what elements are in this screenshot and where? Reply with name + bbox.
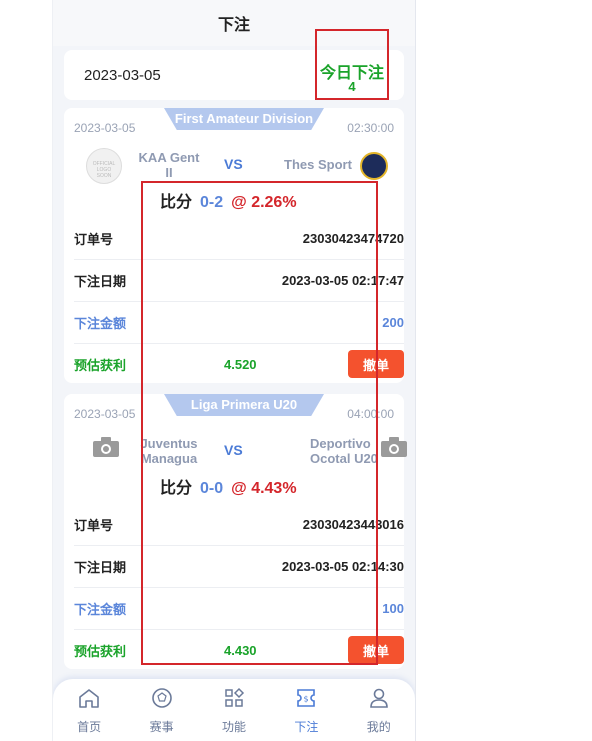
odds-value: @ 2.26% xyxy=(231,194,297,211)
tab-label: 赛事 xyxy=(149,720,174,734)
amount-row: 下注金额 200 xyxy=(74,301,404,344)
score-label: 比分 xyxy=(160,194,193,211)
bet-card: Liga Primera U20 2023-03-05 04:00:00 Juv… xyxy=(64,394,407,671)
profit-row: 预估获利 4.430 撤单 xyxy=(74,629,404,671)
amount-row: 下注金额 100 xyxy=(74,587,404,630)
match-date: 2023-03-05 xyxy=(74,121,136,135)
tab-bets[interactable]: $ 下注 xyxy=(276,679,336,735)
order-label: 订单号 xyxy=(74,231,114,247)
bet-date-row: 下注日期 2023-03-05 02:14:30 xyxy=(74,545,404,588)
away-team-name: Deportivo Ocotal U20 xyxy=(310,436,378,466)
profit-value: 4.520 xyxy=(224,356,257,372)
tab-label: 我的 xyxy=(366,720,391,734)
bet-date-row: 下注日期 2023-03-05 02:17:47 xyxy=(74,259,404,302)
tab-label: 首页 xyxy=(77,720,102,734)
score-row: 比分 0-2 @ 2.26% xyxy=(160,188,297,212)
away-team-name: Thes Sport xyxy=(284,157,352,172)
tab-matches[interactable]: 赛事 xyxy=(132,679,192,735)
away-team-camera-icon xyxy=(381,437,407,457)
order-row: 订单号 23030423443016 xyxy=(74,503,404,546)
amount-label: 下注金额 xyxy=(74,315,127,331)
svg-text:$: $ xyxy=(304,695,309,704)
tab-home[interactable]: 首页 xyxy=(59,679,119,735)
order-number: 23030423474720 xyxy=(302,230,404,246)
tab-label: 功能 xyxy=(221,720,246,734)
bet-date-value: 2023-03-05 02:14:30 xyxy=(281,558,404,574)
date-value: 2023-03-05 xyxy=(84,67,161,84)
phone-screen: 下注 2023-03-05 First Amateur Division 202… xyxy=(53,0,415,741)
vs-label: VS xyxy=(224,442,243,458)
tab-functions[interactable]: 功能 xyxy=(204,679,264,735)
bet-date-label: 下注日期 xyxy=(74,559,127,575)
score-value: 0-0 xyxy=(200,480,224,497)
league-ribbon: First Amateur Division xyxy=(164,108,324,130)
profit-label: 预估获利 xyxy=(74,357,127,373)
home-icon xyxy=(79,689,99,708)
profit-row: 预估获利 4.520 撤单 xyxy=(74,343,404,385)
order-row: 订单号 23030423474720 xyxy=(74,217,404,260)
match-date: 2023-03-05 xyxy=(74,407,136,421)
order-label: 订单号 xyxy=(74,517,114,533)
bottom-tab-bar: 首页 赛事 功能 $ 下注 我的 xyxy=(53,679,415,741)
ticket-icon: $ xyxy=(297,689,316,707)
order-number: 23030423443016 xyxy=(302,516,404,532)
amount-value: 100 xyxy=(382,600,404,616)
home-team-name: KAA Gent II xyxy=(138,150,200,180)
home-team-logo: OFFICIAL LOGO SOON xyxy=(86,148,122,184)
user-icon xyxy=(369,688,388,708)
bet-card: First Amateur Division 2023-03-05 02:30:… xyxy=(64,108,404,383)
bet-date-label: 下注日期 xyxy=(74,273,127,289)
score-value: 0-2 xyxy=(200,194,224,211)
profit-label: 预估获利 xyxy=(74,643,127,659)
profit-value: 4.430 xyxy=(224,642,257,658)
score-label: 比分 xyxy=(160,480,193,497)
grid-icon xyxy=(225,687,245,707)
score-row: 比分 0-0 @ 4.43% xyxy=(160,474,297,498)
cancel-bet-button[interactable]: 撤单 xyxy=(348,636,404,664)
home-team-camera-icon xyxy=(93,437,119,457)
tab-label: 下注 xyxy=(294,720,319,734)
home-team-name: Juventus Managua xyxy=(140,436,198,466)
away-team-logo xyxy=(360,152,388,180)
match-time: 02:30:00 xyxy=(347,121,394,135)
league-ribbon: Liga Primera U20 xyxy=(164,394,324,416)
cancel-bet-button[interactable]: 撤单 xyxy=(348,350,404,378)
match-time: 04:00:00 xyxy=(347,407,394,421)
amount-value: 200 xyxy=(382,314,404,330)
odds-value: @ 4.43% xyxy=(231,480,297,497)
tab-mine[interactable]: 我的 xyxy=(349,679,409,735)
today-bets-box[interactable]: 今日下注 4 xyxy=(315,29,389,100)
vs-label: VS xyxy=(224,156,243,172)
amount-label: 下注金额 xyxy=(74,601,127,617)
today-bets-count: 4 xyxy=(348,79,356,94)
bet-date-value: 2023-03-05 02:17:47 xyxy=(281,272,404,288)
ball-icon xyxy=(151,688,172,708)
